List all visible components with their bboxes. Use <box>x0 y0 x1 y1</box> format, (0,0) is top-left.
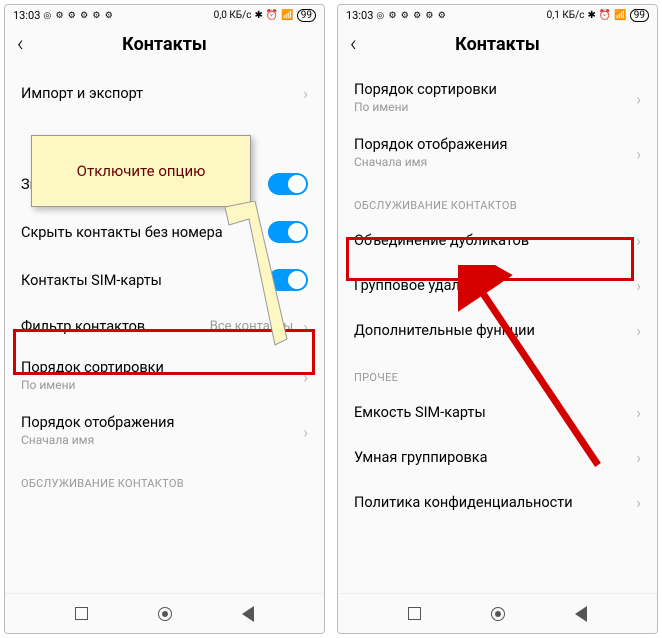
signal-icon: 📶 <box>614 10 626 21</box>
row-privacy-policy[interactable]: Политика конфиденциальности › <box>338 480 657 525</box>
status-net: 0,0 КБ/с <box>214 10 252 21</box>
chevron-right-icon: › <box>303 84 308 103</box>
row-label: Объединение дубликатов <box>354 232 529 249</box>
left-screenshot: 13:03 ◎ ⚙ ⚙ ⚙ ⚙ ⚙ 0,0 КБ/с ✱ ⏰ 📶 99 ‹ Ко… <box>4 4 325 634</box>
status-bar: 13:03 ◎ ⚙ ⚙ ⚙ ⚙ ⚙ 0,1 КБ/с ✱ ⏰ 📶 99 <box>338 5 657 24</box>
status-icons-left: ◎ ⚙ ⚙ ⚙ ⚙ ⚙ <box>376 11 446 21</box>
annotation-callout: Отключите опцию <box>31 135 251 207</box>
nav-recent-icon[interactable] <box>75 607 88 620</box>
settings-list: Порядок сортировки По имени › Порядок от… <box>338 71 657 593</box>
row-display-order[interactable]: Порядок отображения Сначала имя › <box>5 404 324 459</box>
row-smart-grouping[interactable]: Умная группировка › <box>338 435 657 480</box>
nav-back-icon[interactable] <box>242 606 254 622</box>
status-net: 0,1 КБ/с <box>547 10 585 21</box>
row-import-export[interactable]: Импорт и экспорт › <box>5 71 324 116</box>
row-bulk-delete[interactable]: Групповое удаление › <box>338 263 657 308</box>
chevron-right-icon: › <box>636 403 641 422</box>
nav-home-icon[interactable] <box>491 607 505 621</box>
chevron-right-icon: › <box>636 321 641 340</box>
section-header: ПРОЧЕЕ <box>338 353 657 390</box>
chevron-right-icon: › <box>636 89 641 108</box>
nav-home-icon[interactable] <box>158 607 172 621</box>
row-label: Политика конфиденциальности <box>354 494 573 511</box>
row-sublabel: По имени <box>21 378 75 392</box>
status-time: 13:03 <box>13 9 40 22</box>
battery-icon: 99 <box>630 9 649 22</box>
right-screenshot: 13:03 ◎ ⚙ ⚙ ⚙ ⚙ ⚙ 0,1 КБ/с ✱ ⏰ 📶 99 ‹ Ко… <box>337 4 658 634</box>
row-sort-order[interactable]: Порядок сортировки По имени › <box>338 71 657 126</box>
page-title: Контакты <box>17 34 312 55</box>
row-filter[interactable]: Фильтр контактов Все контакты › <box>5 304 324 349</box>
nav-bar <box>338 593 657 633</box>
row-sublabel: По имени <box>354 100 408 114</box>
row-label: Умная группировка <box>354 449 488 466</box>
row-more-functions[interactable]: Дополнительные функции › <box>338 308 657 353</box>
row-label: Порядок сортировки <box>354 81 497 98</box>
toggle[interactable] <box>268 221 308 243</box>
row-value: Все контакты <box>210 319 293 334</box>
alarm-icon: ⏰ <box>266 10 278 21</box>
battery-icon: 99 <box>297 9 316 22</box>
row-label: Контакты SIM-карты <box>21 272 162 289</box>
row-merge-duplicates[interactable]: Объединение дубликатов › <box>338 218 657 263</box>
row-sim-capacity[interactable]: Емкость SIM-карты › <box>338 390 657 435</box>
chevron-right-icon: › <box>636 231 641 250</box>
row-label: Скрыть контакты без номера <box>21 224 223 241</box>
row-label: Дополнительные функции <box>354 322 535 339</box>
row-sublabel: Сначала имя <box>354 155 427 169</box>
toggle[interactable] <box>268 269 308 291</box>
signal-icon: 📶 <box>281 10 293 21</box>
row-label: Групповое удаление <box>354 277 492 294</box>
page-title: Контакты <box>350 34 645 55</box>
section-header: ОБСЛУЖИВАНИЕ КОНТАКТОВ <box>5 459 324 496</box>
chevron-right-icon: › <box>636 144 641 163</box>
bluetooth-icon: ✱ <box>254 10 262 21</box>
row-label: Порядок сортировки <box>21 359 164 376</box>
row-sublabel: Сначала имя <box>21 433 94 447</box>
toggle[interactable] <box>268 173 308 195</box>
header: ‹ Контакты <box>338 24 657 71</box>
chevron-right-icon: › <box>303 317 308 336</box>
chevron-right-icon: › <box>636 276 641 295</box>
header: ‹ Контакты <box>5 24 324 71</box>
row-display-order[interactable]: Порядок отображения Сначала имя › <box>338 126 657 181</box>
bluetooth-icon: ✱ <box>587 10 595 21</box>
row-label: Импорт и экспорт <box>21 85 143 102</box>
section-header: ОБСЛУЖИВАНИЕ КОНТАКТОВ <box>338 181 657 218</box>
row-label: Порядок отображения <box>21 414 175 431</box>
chevron-right-icon: › <box>303 422 308 441</box>
row-sim-contacts[interactable]: Контакты SIM-карты <box>5 256 324 304</box>
status-bar: 13:03 ◎ ⚙ ⚙ ⚙ ⚙ ⚙ 0,0 КБ/с ✱ ⏰ 📶 99 <box>5 5 324 24</box>
status-time: 13:03 <box>346 9 373 22</box>
nav-recent-icon[interactable] <box>408 607 421 620</box>
nav-bar <box>5 593 324 633</box>
row-label: Емкость SIM-карты <box>354 404 486 421</box>
status-icons-left: ◎ ⚙ ⚙ ⚙ ⚙ ⚙ <box>43 11 113 21</box>
chevron-right-icon: › <box>636 493 641 512</box>
row-sort-order[interactable]: Порядок сортировки По имени › <box>5 349 324 404</box>
row-label: Фильтр контактов <box>21 318 145 335</box>
alarm-icon: ⏰ <box>599 10 611 21</box>
row-label: Порядок отображения <box>354 136 508 153</box>
row-hide-no-number[interactable]: Скрыть контакты без номера <box>5 208 324 256</box>
callout-text: Отключите опцию <box>77 162 206 180</box>
chevron-right-icon: › <box>303 367 308 386</box>
nav-back-icon[interactable] <box>575 606 587 622</box>
chevron-right-icon: › <box>636 448 641 467</box>
